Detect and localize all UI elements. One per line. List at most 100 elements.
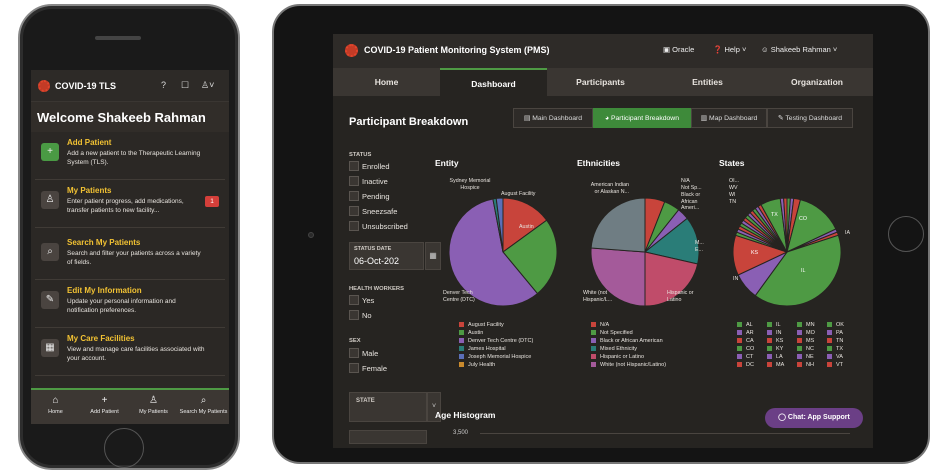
- checkbox-unsubscribed[interactable]: [349, 221, 359, 231]
- nav-dashboard[interactable]: Dashboard: [440, 68, 547, 96]
- legend-label: Black or African American: [600, 338, 663, 344]
- pie-label: Not Sp...: [681, 185, 702, 191]
- legend-item[interactable]: Joseph Memorial Hospice: [459, 353, 533, 361]
- legend-item[interactable]: NE: [797, 353, 814, 361]
- user-menu[interactable]: ☺ Shakeeb Rahman ˅: [761, 45, 837, 54]
- pie-label: Sydney Memorial Hospice: [449, 178, 491, 191]
- checkbox-inactive[interactable]: [349, 176, 359, 186]
- legend-label: James Hospital: [468, 346, 506, 352]
- menu-item-care-facilities[interactable]: ▦ My Care Facilities View and manage car…: [35, 330, 225, 376]
- pie-slice[interactable]: [590, 197, 646, 253]
- chat-icon[interactable]: ☐: [181, 80, 189, 91]
- tab-my-patients[interactable]: ♙ My Patients: [129, 390, 178, 424]
- legend-item[interactable]: White (not Hispanic/Latino): [591, 361, 666, 369]
- checkbox-sneezsafe[interactable]: [349, 206, 359, 216]
- legend-item[interactable]: James Hospital: [459, 345, 533, 353]
- tablet-home-button[interactable]: [888, 216, 924, 252]
- nav-participants[interactable]: Participants: [547, 68, 654, 96]
- nav-entities[interactable]: Entities: [654, 68, 761, 96]
- calendar-icon[interactable]: ▦: [425, 242, 441, 270]
- legend-item[interactable]: OK: [827, 321, 844, 329]
- legend-label: IL: [776, 322, 781, 328]
- legend-item[interactable]: Denver Tech Centre (DTC): [459, 337, 533, 345]
- legend-swatch: [797, 346, 802, 352]
- legend-item[interactable]: MN: [797, 321, 815, 329]
- checkbox-hw-no[interactable]: [349, 310, 359, 320]
- help-menu[interactable]: ❓ Help ˅: [713, 45, 746, 54]
- legend-item[interactable]: CO: [737, 345, 754, 353]
- legend-item[interactable]: KS: [767, 337, 783, 345]
- nav-organization[interactable]: Organization: [761, 68, 873, 96]
- legend-label: Mixed Ethnicity: [600, 346, 637, 352]
- tab-testing-dashboard[interactable]: ✎ Testing Dashboard: [767, 108, 853, 128]
- menu-item-search-patients[interactable]: ⌕ Search My Patients Search and filter y…: [35, 234, 225, 280]
- checkbox-female[interactable]: [349, 363, 359, 373]
- legend-item[interactable]: AR: [737, 329, 754, 337]
- legend-item[interactable]: IN: [767, 329, 782, 337]
- menu-item-edit-info[interactable]: ✎ Edit My Information Update your person…: [35, 282, 225, 328]
- tab-home[interactable]: ⌂ Home: [31, 390, 80, 424]
- legend-label: KS: [776, 338, 784, 344]
- pie-label: WV: [729, 185, 738, 191]
- legend-item[interactable]: NH: [797, 361, 814, 369]
- pie-label: KS: [751, 250, 759, 256]
- chat-support-button[interactable]: ◯ Chat: App Support: [765, 408, 863, 428]
- user-menu-icon[interactable]: ♙˅: [201, 80, 214, 91]
- legend-item[interactable]: NC: [797, 345, 814, 353]
- legend-item[interactable]: TN: [827, 337, 843, 345]
- tab-add-patient[interactable]: + Add Patient: [80, 390, 129, 424]
- legend-item[interactable]: Austin: [459, 329, 533, 337]
- legend-item[interactable]: Mixed Ethnicity: [591, 345, 666, 353]
- legend-swatch: [767, 322, 772, 328]
- legend-item[interactable]: IL: [767, 321, 781, 329]
- filter-field[interactable]: [349, 430, 427, 444]
- legend-item[interactable]: N/A: [591, 321, 666, 329]
- legend-item[interactable]: PA: [827, 329, 843, 337]
- tab-search[interactable]: ⌕ Search My Patients: [178, 390, 229, 424]
- state-select[interactable]: STATE: [349, 392, 427, 422]
- status-date-field[interactable]: STATUS DATE 06-Oct-202: [349, 242, 424, 270]
- help-icon[interactable]: ?: [161, 80, 166, 90]
- legend-item[interactable]: Black or African American: [591, 337, 666, 345]
- checkbox-enrolled[interactable]: [349, 161, 359, 171]
- phone-home-button[interactable]: [104, 428, 144, 468]
- oracle-link[interactable]: ▣ Oracle: [663, 45, 694, 54]
- legend-label: DC: [746, 362, 754, 368]
- legend-item[interactable]: VT: [827, 361, 843, 369]
- legend-item[interactable]: KY: [767, 345, 783, 353]
- tab-participant-breakdown[interactable]: ◕ Participant Breakdown: [593, 108, 691, 128]
- legend-item[interactable]: MO: [797, 329, 815, 337]
- app-title: COVID-19 Patient Monitoring System (PMS): [364, 45, 550, 55]
- histogram-tick-label: 3,500: [453, 430, 469, 436]
- legend-item[interactable]: VA: [827, 353, 843, 361]
- legend-item[interactable]: MA: [767, 361, 784, 369]
- chart-title-ethnicities: Ethnicities: [577, 158, 620, 168]
- legend-label: VA: [836, 354, 843, 360]
- legend-swatch: [737, 338, 742, 344]
- pie-label: August Facility: [501, 191, 536, 197]
- legend-item[interactable]: AL: [737, 321, 753, 329]
- checkbox-hw-yes[interactable]: [349, 295, 359, 305]
- pie-label: OI...: [729, 178, 740, 184]
- legend-item[interactable]: Not Specified: [591, 329, 666, 337]
- legend-item[interactable]: TX: [827, 345, 843, 353]
- nav-home[interactable]: Home: [333, 68, 440, 96]
- menu-item-my-patients[interactable]: ♙ My Patients Enter patient progress, ad…: [35, 182, 225, 228]
- checkbox-pending[interactable]: [349, 191, 359, 201]
- tab-main-dashboard[interactable]: ▤ Main Dashboard: [513, 108, 593, 128]
- legend-item[interactable]: DC: [737, 361, 754, 369]
- pie-label: WI: [729, 192, 736, 198]
- legend-item[interactable]: July Health: [459, 361, 533, 369]
- legend-item[interactable]: LA: [767, 353, 783, 361]
- legend-swatch: [767, 354, 772, 360]
- legend-item[interactable]: MS: [797, 337, 814, 345]
- legend-item[interactable]: Hispanic or Latino: [591, 353, 666, 361]
- checkbox-male[interactable]: [349, 348, 359, 358]
- menu-item-add-patient[interactable]: + Add Patient Add a new patient to the T…: [35, 134, 225, 180]
- legend-item[interactable]: CA: [737, 337, 754, 345]
- legend-item[interactable]: August Facility: [459, 321, 533, 329]
- checkbox-label: Enrolled: [362, 162, 390, 171]
- tab-map-dashboard[interactable]: ▥ Map Dashboard: [691, 108, 767, 128]
- add-icon: +: [41, 143, 59, 161]
- legend-item[interactable]: CT: [737, 353, 753, 361]
